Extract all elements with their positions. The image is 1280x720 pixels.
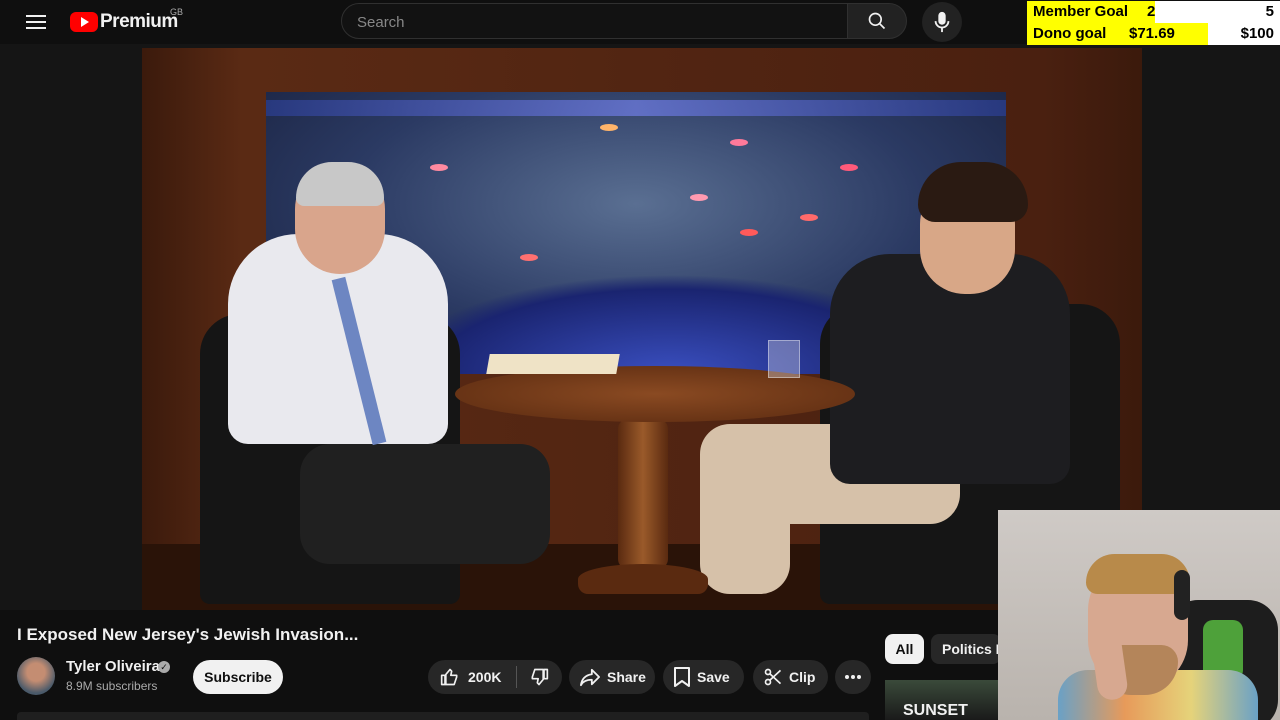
scissors-icon xyxy=(764,668,782,686)
video-title: I Exposed New Jersey's Jewish Invasion..… xyxy=(17,625,359,644)
search-button[interactable] xyxy=(847,3,907,39)
clip-label: Clip xyxy=(789,669,816,685)
thumbnail-text: SUNSET xyxy=(903,702,968,719)
share-button[interactable]: Share xyxy=(569,660,655,694)
chip-all[interactable]: All xyxy=(885,634,924,664)
like-count: 200K xyxy=(468,669,502,685)
more-horizontal-icon xyxy=(845,675,861,679)
like-dislike-bar: 200K xyxy=(428,660,562,694)
save-button[interactable]: Save xyxy=(663,660,744,694)
subscriber-count: 8.9M subscribers xyxy=(66,679,158,693)
share-icon xyxy=(580,668,600,687)
thumbs-down-icon xyxy=(531,668,549,686)
logo-country: GB xyxy=(170,7,184,17)
member-goal-target: 5 xyxy=(1265,3,1274,20)
logo-text: Premium xyxy=(100,11,178,32)
menu-icon[interactable] xyxy=(26,12,46,30)
bookmark-icon xyxy=(674,667,690,687)
chip-politics[interactable]: Politics N xyxy=(931,634,1001,664)
voice-search-button[interactable] xyxy=(922,2,962,42)
clip-button[interactable]: Clip xyxy=(753,660,828,694)
dono-goal-current: $71.69 xyxy=(1129,25,1175,42)
dono-goal-target: $100 xyxy=(1240,25,1274,42)
verified-icon: ✓ xyxy=(158,661,170,673)
save-label: Save xyxy=(697,669,730,685)
search-input[interactable] xyxy=(342,4,829,40)
thumbs-up-icon xyxy=(440,668,458,686)
headset-icon xyxy=(1174,570,1190,620)
member-goal-bar: Member Goal 2 5 xyxy=(1027,1,1280,23)
more-actions-button[interactable] xyxy=(835,660,871,694)
like-button[interactable]: 200K xyxy=(428,660,516,694)
youtube-play-icon xyxy=(70,12,98,32)
webcam-overlay xyxy=(998,510,1280,720)
dono-goal-label: Dono goal xyxy=(1033,25,1107,42)
mic-icon xyxy=(934,11,950,33)
member-goal-current: 2 xyxy=(1147,3,1156,20)
related-video-thumbnail[interactable]: SUNSET xyxy=(885,680,1000,720)
channel-avatar[interactable] xyxy=(17,657,55,695)
search-box xyxy=(341,3,848,40)
share-label: Share xyxy=(607,669,646,685)
search-icon xyxy=(868,12,886,30)
subscribe-button[interactable]: Subscribe xyxy=(193,660,283,694)
youtube-premium-logo[interactable]: Premium GB xyxy=(70,7,183,34)
dono-goal-bar: Dono goal $71.69 $100 xyxy=(1027,23,1280,45)
channel-name[interactable]: Tyler Oliveira xyxy=(66,658,160,675)
description-box-edge xyxy=(17,712,869,720)
member-goal-label: Member Goal xyxy=(1033,3,1129,20)
dislike-button[interactable] xyxy=(517,660,561,694)
